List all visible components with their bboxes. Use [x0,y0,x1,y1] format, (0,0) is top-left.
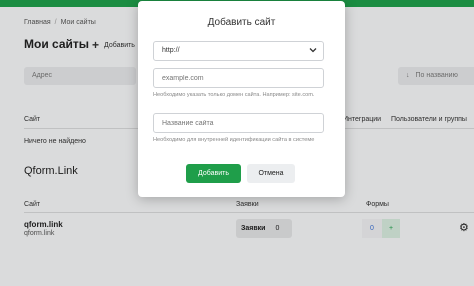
protocol-value: http:// [162,47,180,54]
cancel-button[interactable]: Отмена [247,164,295,183]
site-name-hint: Необходимо для внутренней идентификации … [153,137,315,143]
chevron-down-icon [309,48,317,53]
modal-title: Добавить сайт [207,17,276,28]
site-name-input[interactable] [153,113,324,133]
submit-add-site-button[interactable]: Добавить [186,164,241,183]
domain-input[interactable] [153,68,324,88]
protocol-select[interactable]: http:// [153,41,324,61]
domain-hint: Необходимо указать только домен сайта. Н… [153,92,315,98]
add-site-modal: Добавить сайт http:// Необходимо указать… [138,1,345,197]
